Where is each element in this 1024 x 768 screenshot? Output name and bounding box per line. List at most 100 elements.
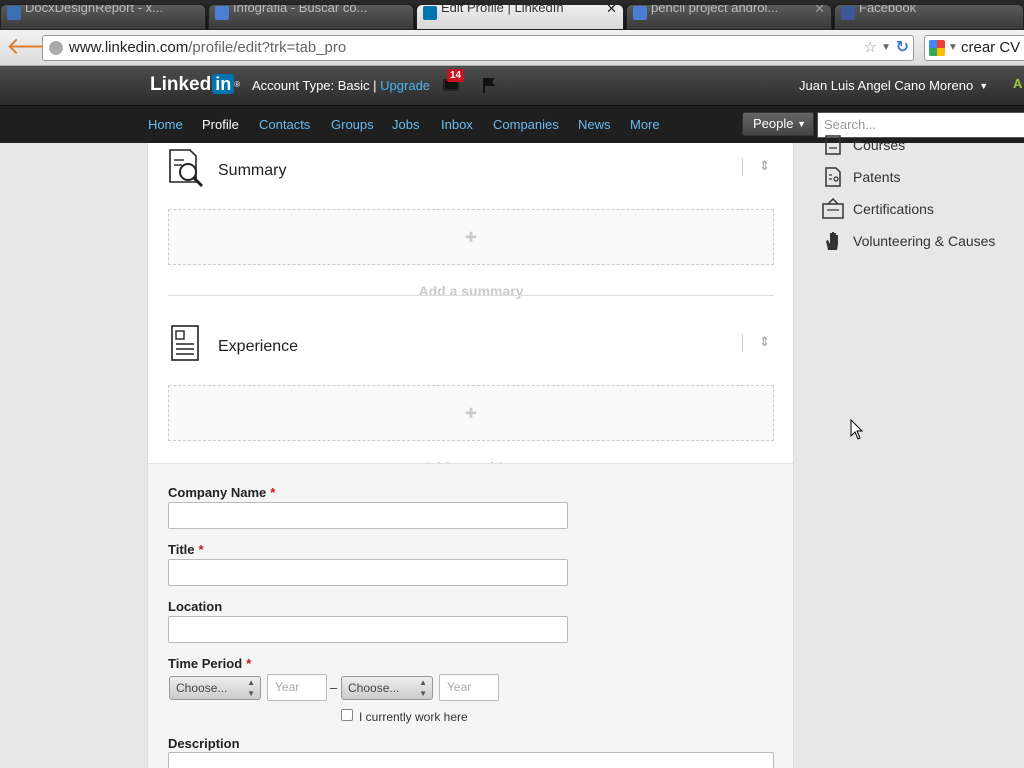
nav-news[interactable]: News [578,117,611,132]
nav-profile[interactable]: Profile [202,117,239,132]
experience-title: Experience [218,338,299,355]
search-query: crear CV en [961,39,1024,56]
google-search-icon [929,40,945,56]
sidebar-item-volunteering[interactable]: Volunteering & Causes [822,230,1022,254]
logo-reg: ® [234,80,241,89]
position-form: Company Name * Title * Location Time Perio… [148,463,793,768]
patents-icon [825,167,841,187]
add-position-button[interactable]: ✚ Add a position [168,385,774,475]
chevron-down-icon[interactable]: ▼ [881,36,891,60]
linkedin-top-bar: Linked in ® Account Type: Basic | Upgrade … [0,66,1024,105]
browser-tab-active[interactable]: Edit Profile | LinkedIn ✕ [416,4,624,30]
nav-jobs[interactable]: Jobs [392,117,419,132]
url-host: www.linkedin.com [69,39,189,56]
browser-tab[interactable]: Infografia - Buscar co... [208,4,414,30]
caret-down-icon: ▼ [979,81,989,91]
nav-home[interactable]: Home [148,117,183,132]
browser-tab[interactable]: Facebook [834,4,1024,30]
google-favicon-icon [633,6,647,20]
google-favicon-icon [215,6,229,20]
experience-document-icon [171,325,199,361]
summary-search-doc-icon [169,149,204,188]
sidebar-item-label: Certifications [853,201,934,217]
reload-icon[interactable]: ↻ [896,36,909,60]
account-type-label: Account Type: Basic | [252,78,381,93]
start-month-value: Choose... [176,681,228,695]
title-label: Title * [168,542,204,557]
nav-companies[interactable]: Companies [493,117,559,132]
browser-tab[interactable]: DocxDesignReport - x... [0,4,206,30]
nav-contacts[interactable]: Contacts [259,117,310,132]
end-month-select[interactable]: Choose... ▲ ▼ [341,676,433,700]
sidebar-item-patents[interactable]: Patents [822,166,1022,190]
back-arrow-icon[interactable]: 🡐 [6,35,70,60]
sidebar-item-label: Courses [853,137,906,153]
add-summary-button[interactable]: ✚ Add a summary [168,209,774,299]
bookmark-star-icon[interactable]: ☆ [864,36,877,60]
people-dropdown[interactable]: People ▼ [742,112,814,136]
logo-text: Linked [150,74,212,95]
currently-work-checkbox[interactable] [341,709,353,721]
end-year-input[interactable]: Year [439,674,499,701]
required-mark: * [198,542,204,557]
company-name-text: Company Name [168,485,267,500]
close-icon[interactable]: ✕ [814,5,825,18]
mail-count-badge: 14 [447,69,465,82]
logo-in: in [212,74,235,94]
date-range-dash: – [330,680,338,695]
description-textarea[interactable] [168,752,774,768]
certifications-icon [822,198,844,219]
profile-edit-card: Summary ⇕ ✚ Add a summary Experience ⇕ ✚… [147,143,794,768]
url-path: /profile/edit?trk=tab_pro [188,39,347,56]
company-name-input[interactable] [168,502,568,529]
globe-icon [49,41,63,55]
location-input[interactable] [168,616,568,643]
select-arrows-icon: ▲ ▼ [419,678,427,698]
volunteering-icon [826,232,838,250]
linkedin-favicon-icon [423,6,437,20]
browser-tab-strip: DocxDesignReport - x... Infografia - Bus… [0,0,1024,30]
description-label: Description [168,736,240,751]
select-arrows-icon: ▲ ▼ [247,678,255,698]
user-menu[interactable]: Juan Luis Angel Cano Moreno ▼ [799,78,988,93]
location-label: Location [168,599,223,614]
linkedin-logo[interactable]: Linked in ® [150,74,240,96]
drag-handle-icon[interactable]: ⇕ [742,334,770,352]
caret-down-icon: ▼ [797,119,806,129]
upgrade-link[interactable]: Upgrade [380,78,430,93]
browser-tab[interactable]: pencil project androi... ✕ [626,4,832,30]
nav-groups[interactable]: Groups [331,117,374,132]
sidebar-item-label: Patents [853,169,901,185]
account-type: Account Type: Basic | Upgrade [252,78,430,93]
user-name: Juan Luis Angel Cano Moreno [799,78,974,93]
start-month-select[interactable]: Choose... ▲ ▼ [169,676,261,700]
title-input[interactable] [168,559,568,586]
browser-search-box[interactable]: ▼ crear CV en [924,35,1024,61]
flag-icon[interactable] [482,77,496,93]
docs-favicon-icon [7,6,21,20]
sidebar-item-courses[interactable]: Courses [822,134,1022,158]
time-period-label: Time Period * [168,656,251,671]
facebook-favicon-icon [841,6,855,20]
end-month-value: Choose... [348,681,400,695]
drag-handle-icon[interactable]: ⇕ [742,158,770,176]
address-bar[interactable]: www.linkedin.com/profile/edit?trk=tab_pr… [42,35,914,61]
browser-toolbar: 🡐 www.linkedin.com/profile/edit?trk=tab_… [0,30,1024,66]
chevron-down-icon[interactable]: ▼ [948,36,958,60]
people-label: People [753,116,794,131]
company-name-label: Company Name * [168,485,275,500]
experience-section-header: Experience ⇕ [168,324,774,364]
title-text: Title [168,542,195,557]
nav-inbox[interactable]: Inbox [441,117,473,132]
courses-icon [825,135,841,155]
nav-more[interactable]: More [630,117,660,132]
truncated-link[interactable]: A [1013,76,1022,91]
close-icon[interactable]: ✕ [606,5,617,18]
mouse-cursor-icon [850,419,864,440]
sidebar-item-certifications[interactable]: Certifications [822,198,1022,222]
summary-title: Summary [218,162,287,179]
required-mark: * [246,656,252,671]
start-year-input[interactable]: Year [267,674,327,701]
time-period-text: Time Period [168,656,243,671]
summary-section-header: Summary ⇕ [168,148,774,188]
